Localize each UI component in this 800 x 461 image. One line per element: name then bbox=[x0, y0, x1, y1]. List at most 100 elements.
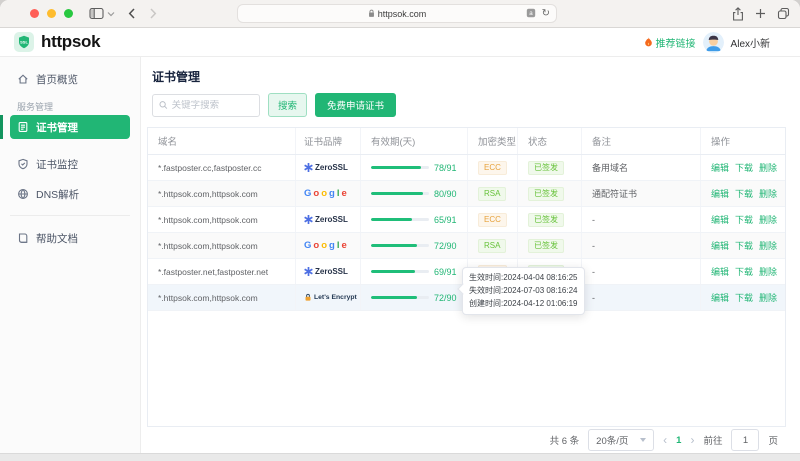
current-page[interactable]: 1 bbox=[676, 435, 681, 446]
domain-cell: *.httpsok.com,httpsok.com bbox=[148, 181, 296, 206]
column-header: 操作 bbox=[701, 128, 785, 154]
brand-cell: Google bbox=[296, 233, 361, 258]
zerossl-icon bbox=[304, 215, 313, 224]
translate-icon[interactable]: a bbox=[526, 8, 536, 20]
forward-button[interactable] bbox=[149, 8, 157, 19]
column-header: 备注 bbox=[582, 128, 701, 154]
tooltip-line: 生效时间:2024-04-04 08:16:25 bbox=[469, 272, 578, 285]
encryption-tag: ECC bbox=[478, 161, 507, 175]
home-icon bbox=[17, 73, 29, 85]
sidebar-item-shield[interactable]: 证书监控 bbox=[10, 152, 130, 176]
column-header: 加密类型 bbox=[468, 128, 518, 154]
traffic-lights bbox=[30, 9, 73, 18]
brand-name: Let's Encrypt bbox=[314, 294, 357, 301]
column-header: 证书品牌 bbox=[296, 128, 361, 154]
total-count: 共 6 条 bbox=[550, 433, 580, 447]
minimize-window-button[interactable] bbox=[47, 9, 56, 18]
brand-cell: Let's Encrypt bbox=[296, 285, 361, 310]
sidebar-item-home[interactable]: 首页概览 bbox=[10, 67, 130, 91]
prev-page-button[interactable]: ‹ bbox=[663, 433, 667, 447]
page-size-select[interactable]: 20条/页 bbox=[588, 429, 654, 451]
action-download-link[interactable]: 下载 bbox=[735, 213, 753, 226]
validity-cell: 72/90 bbox=[361, 233, 468, 258]
validity-days: 72/90 bbox=[434, 293, 457, 303]
action-delete-link[interactable]: 删除 bbox=[759, 161, 777, 174]
remark-cell: - bbox=[582, 233, 701, 258]
validity-progress-fill bbox=[371, 296, 417, 299]
brand-cell: Google bbox=[296, 181, 361, 206]
zerossl-icon bbox=[304, 267, 313, 276]
avatar[interactable] bbox=[703, 32, 724, 53]
action-delete-link[interactable]: 删除 bbox=[759, 187, 777, 200]
status-cell: 已签发 bbox=[518, 207, 582, 232]
remark-cell: - bbox=[582, 259, 701, 284]
action-download-link[interactable]: 下载 bbox=[735, 161, 753, 174]
user-name[interactable]: Alex小新 bbox=[731, 35, 770, 50]
action-edit-link[interactable]: 编辑 bbox=[711, 265, 729, 278]
lets-encrypt-icon bbox=[304, 293, 312, 302]
flame-icon bbox=[644, 37, 653, 48]
status-tag: 已签发 bbox=[528, 161, 564, 175]
lock-icon bbox=[368, 9, 375, 18]
close-window-button[interactable] bbox=[30, 9, 39, 18]
action-edit-link[interactable]: 编辑 bbox=[711, 291, 729, 304]
share-icon[interactable] bbox=[732, 7, 744, 21]
actions-cell: 编辑下载删除 bbox=[701, 207, 785, 232]
cert-dates-tooltip: 生效时间:2024-04-04 08:16:25失效时间:2024-07-03 … bbox=[462, 267, 585, 315]
sidebar-section-label: 服务管理 bbox=[17, 100, 130, 110]
address-bar[interactable]: httpsok.com a ↻ bbox=[237, 4, 557, 23]
action-download-link[interactable]: 下载 bbox=[735, 187, 753, 200]
action-edit-link[interactable]: 编辑 bbox=[711, 161, 729, 174]
sidebar-item-label: 证书监控 bbox=[36, 157, 78, 172]
app-title: httpsok bbox=[41, 32, 100, 52]
zoom-window-button[interactable] bbox=[64, 9, 73, 18]
reload-icon[interactable]: ↻ bbox=[542, 8, 550, 19]
action-delete-link[interactable]: 删除 bbox=[759, 291, 777, 304]
brand-cell: ZeroSSL bbox=[296, 259, 361, 284]
goto-unit: 页 bbox=[768, 433, 778, 447]
tab-overview-icon[interactable] bbox=[777, 7, 790, 20]
google-logo: Google bbox=[304, 240, 347, 251]
actions-cell: 编辑下载删除 bbox=[701, 181, 785, 206]
validity-progress-fill bbox=[371, 218, 412, 221]
encryption-tag: RSA bbox=[478, 239, 506, 253]
encryption-cell: RSA bbox=[468, 181, 518, 206]
apply-certificate-button[interactable]: 免费申请证书 bbox=[315, 93, 396, 117]
action-edit-link[interactable]: 编辑 bbox=[711, 239, 729, 252]
search-input[interactable] bbox=[172, 100, 253, 111]
referral-link[interactable]: 推荐链接 bbox=[644, 35, 696, 50]
keyword-search-field[interactable] bbox=[152, 94, 260, 117]
column-header: 状态 bbox=[518, 128, 582, 154]
remark-cell: 备用域名 bbox=[582, 155, 701, 180]
action-download-link[interactable]: 下载 bbox=[735, 239, 753, 252]
sidebar-item-globe[interactable]: DNS解析 bbox=[10, 182, 130, 206]
action-download-link[interactable]: 下载 bbox=[735, 265, 753, 278]
sidebar-item-certificate[interactable]: 证书管理 bbox=[10, 115, 130, 139]
action-delete-link[interactable]: 删除 bbox=[759, 239, 777, 252]
chevron-down-icon bbox=[640, 438, 646, 442]
chevron-down-icon[interactable] bbox=[107, 11, 115, 17]
encryption-tag: ECC bbox=[478, 213, 507, 227]
sidebar-item-book[interactable]: 帮助文档 bbox=[10, 226, 130, 250]
search-button[interactable]: 搜索 bbox=[268, 93, 307, 117]
next-page-button[interactable]: › bbox=[690, 433, 694, 447]
app-logo[interactable]: SSL httpsok bbox=[14, 32, 100, 52]
app-header: SSL httpsok 推荐链接 Alex小新 bbox=[0, 28, 800, 57]
goto-label: 前往 bbox=[703, 433, 722, 447]
status-cell: 已签发 bbox=[518, 233, 582, 258]
action-delete-link[interactable]: 删除 bbox=[759, 265, 777, 278]
action-edit-link[interactable]: 编辑 bbox=[711, 187, 729, 200]
back-button[interactable] bbox=[128, 8, 136, 19]
validity-progress-track bbox=[371, 192, 429, 195]
action-delete-link[interactable]: 删除 bbox=[759, 213, 777, 226]
action-download-link[interactable]: 下载 bbox=[735, 291, 753, 304]
pagination: 共 6 条 20条/页 ‹ 1 › 前往 页 bbox=[550, 429, 778, 451]
status-tag: 已签发 bbox=[528, 213, 564, 227]
action-edit-link[interactable]: 编辑 bbox=[711, 213, 729, 226]
validity-cell: 78/91 bbox=[361, 155, 468, 180]
sidebar-item-label: 首页概览 bbox=[36, 72, 78, 87]
sidebar-divider bbox=[10, 215, 130, 216]
goto-page-input[interactable] bbox=[731, 429, 759, 451]
new-tab-icon[interactable] bbox=[755, 8, 766, 19]
sidebar-toggle-icon[interactable] bbox=[89, 7, 104, 20]
